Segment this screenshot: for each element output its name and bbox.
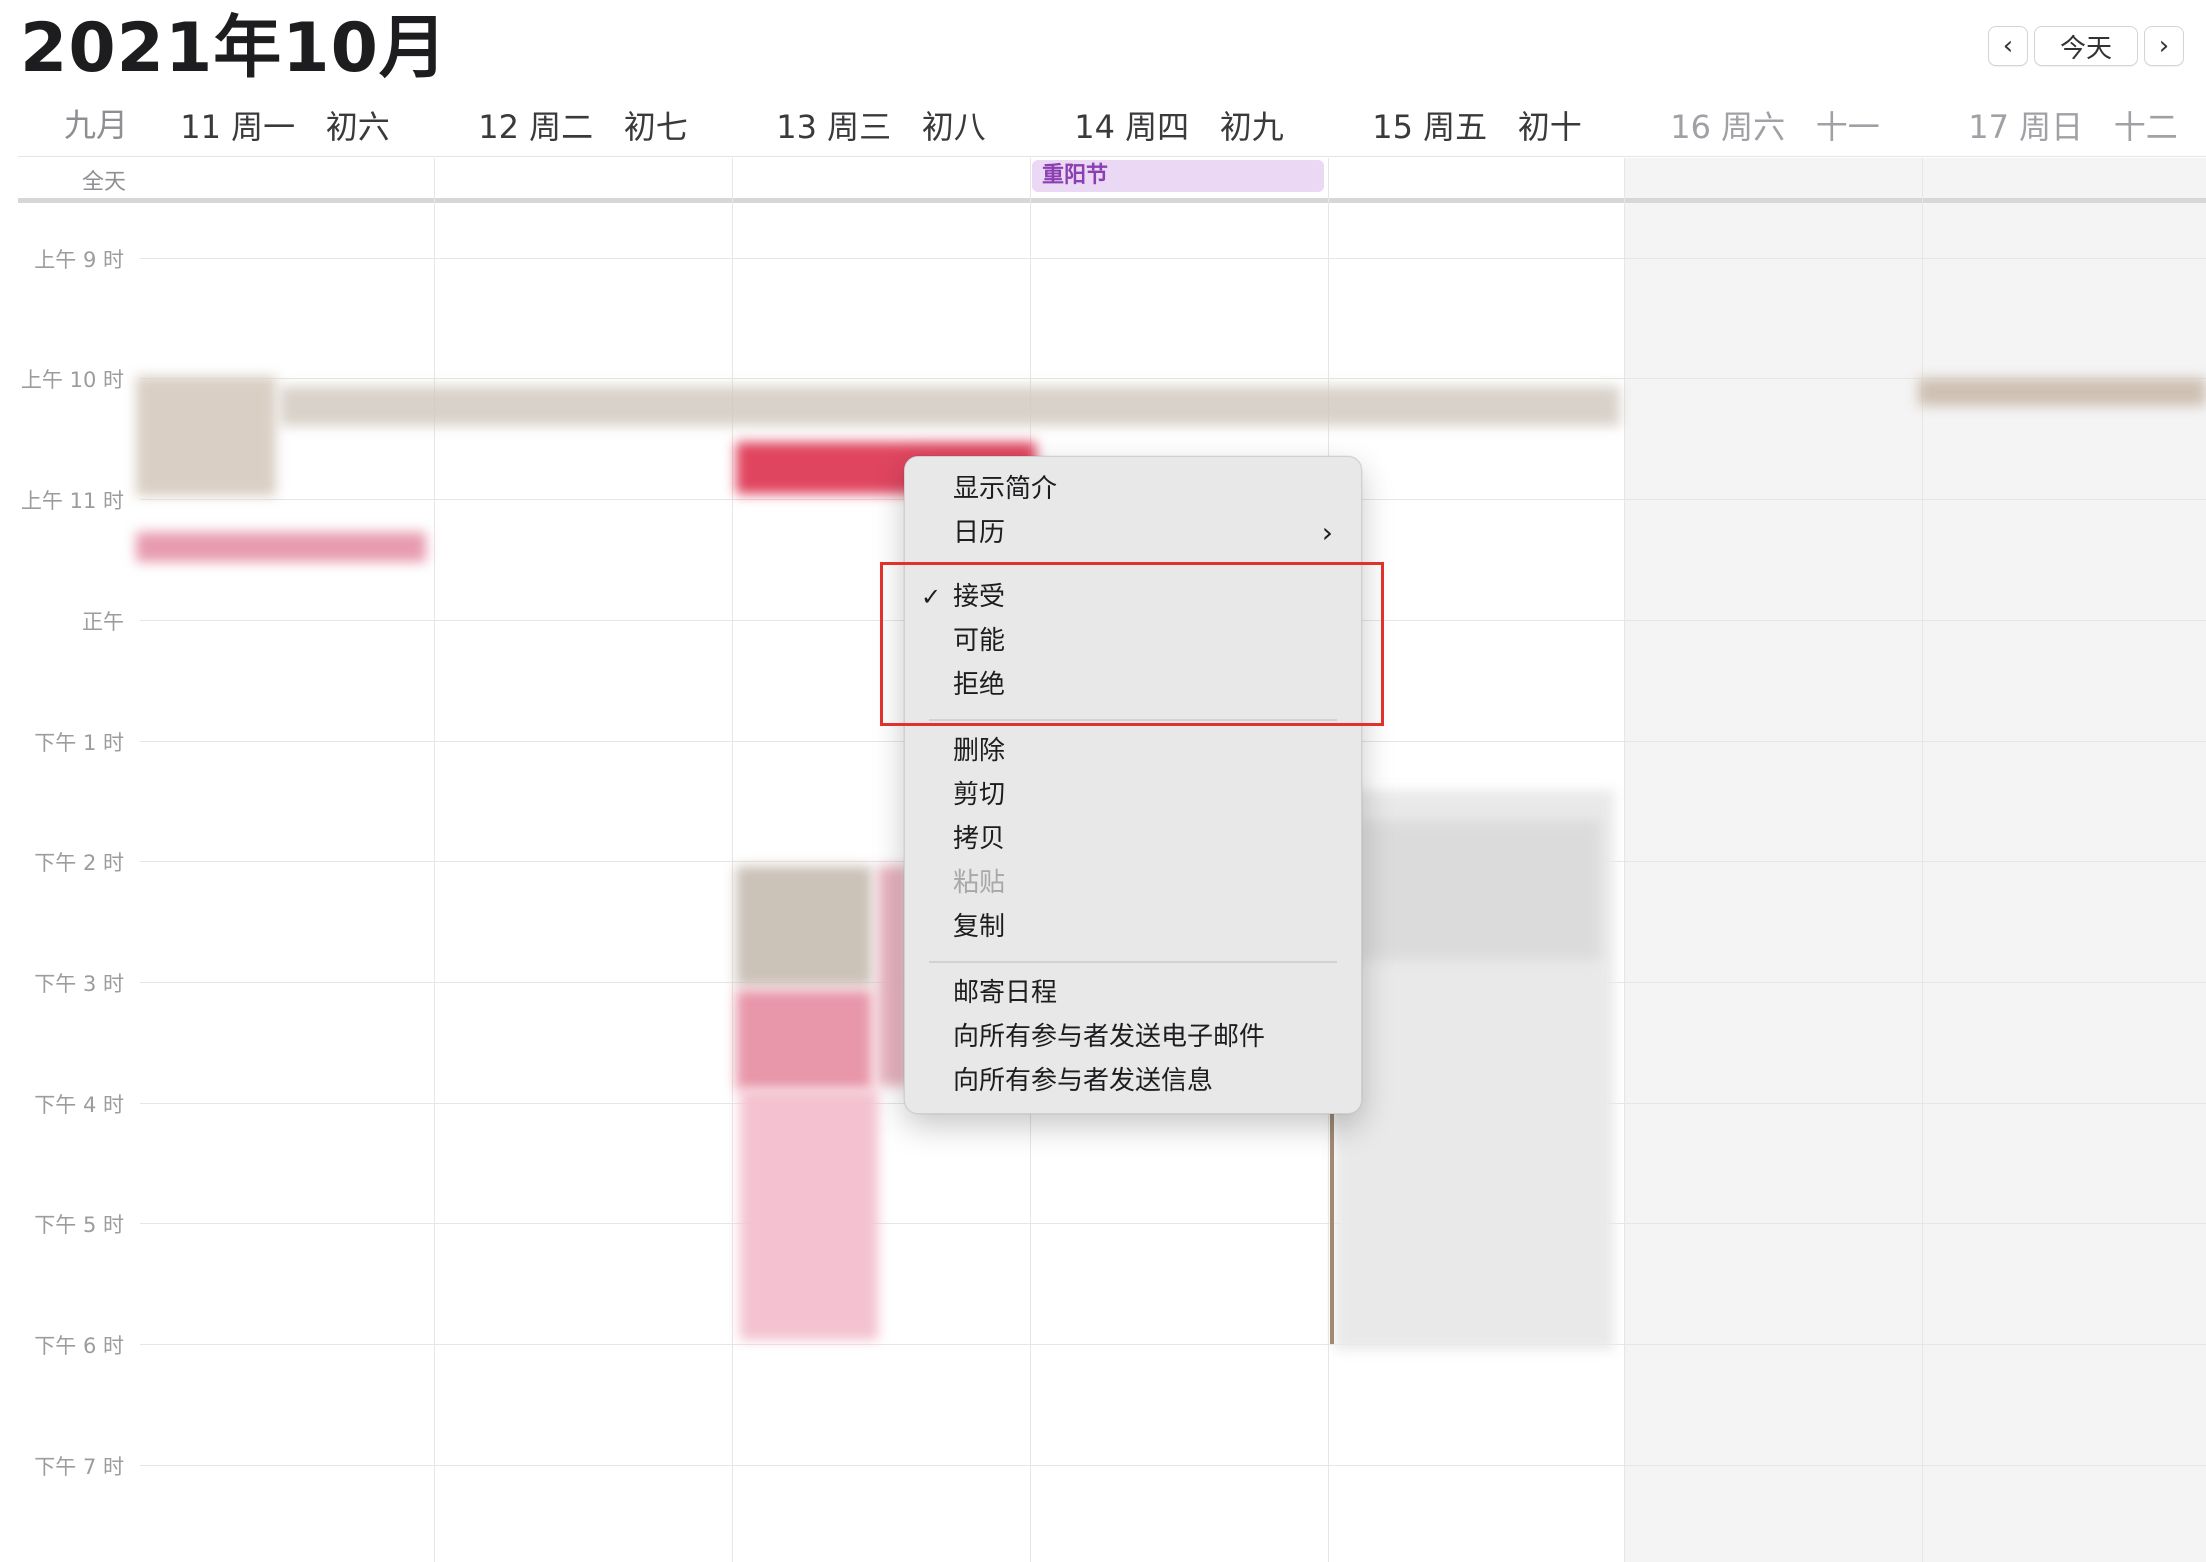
chevron-right-icon: › xyxy=(1321,516,1333,549)
event-block-obscured[interactable] xyxy=(1918,378,2206,406)
hour-line xyxy=(140,1223,2206,1224)
menu-item-paste: 粘贴 xyxy=(953,868,1006,898)
hour-label: 上午 9 时 xyxy=(34,248,124,272)
hour-label: 上午 11 时 xyxy=(20,489,124,513)
hour-line xyxy=(140,1344,2206,1345)
day-header-tue[interactable]: 12 周二 初七 xyxy=(434,102,732,148)
event-block-obscured[interactable] xyxy=(1360,820,1600,960)
event-block-obscured[interactable] xyxy=(736,990,872,1090)
menu-item-delete[interactable]: 删除 xyxy=(953,731,1005,771)
hour-label: 下午 1 时 xyxy=(34,731,124,755)
hour-label: 下午 6 时 xyxy=(34,1334,124,1358)
all-day-event-chongyang[interactable]: 重阳节 xyxy=(1032,160,1324,192)
column-divider xyxy=(732,158,733,1562)
menu-item-mail-event[interactable]: 邮寄日程 xyxy=(953,973,1057,1013)
event-context-menu: 显示简介 日历 › ✓ 接受 可能 拒绝 删除 剪切 拷贝 粘贴 复制 邮寄日程… xyxy=(904,456,1362,1114)
menu-item-show-info[interactable]: 显示简介 xyxy=(953,469,1057,509)
event-block-obscured[interactable] xyxy=(136,532,426,562)
event-block-obscured[interactable] xyxy=(740,1090,878,1340)
event-block-obscured[interactable] xyxy=(280,386,1620,426)
chevron-right-icon: › xyxy=(2158,31,2170,61)
column-divider xyxy=(1624,158,1625,1562)
calendar-title: 2021年10月 xyxy=(20,9,448,88)
menu-item-copy[interactable]: 拷贝 xyxy=(953,819,1005,859)
all-day-divider xyxy=(18,198,2206,203)
day-header-sun[interactable]: 17 周日 十二 xyxy=(1924,102,2206,148)
hour-label: 下午 7 时 xyxy=(34,1455,124,1479)
today-button[interactable]: 今天 xyxy=(2034,26,2138,66)
chevron-left-icon: ‹ xyxy=(2002,31,2014,61)
menu-item-calendar[interactable]: 日历 xyxy=(953,513,1005,553)
day-header-thu[interactable]: 14 周四 初九 xyxy=(1030,102,1328,148)
hour-line xyxy=(140,1465,2206,1466)
hour-line xyxy=(140,258,2206,259)
column-divider xyxy=(434,158,435,1562)
all-day-label: 全天 xyxy=(82,170,127,195)
menu-item-message-all-attendees[interactable]: 向所有参与者发送信息 xyxy=(953,1061,1213,1101)
day-header-sat[interactable]: 16 周六 十一 xyxy=(1626,102,1924,148)
event-block-obscured[interactable] xyxy=(136,376,276,496)
previous-week-button[interactable]: ‹ xyxy=(1988,26,2028,66)
calendar-navigation: ‹ 今天 › xyxy=(1988,26,2184,66)
event-block-obscured[interactable] xyxy=(736,866,872,986)
hour-label: 下午 2 时 xyxy=(34,851,124,875)
day-header-wed[interactable]: 13 周三 初八 xyxy=(732,102,1030,148)
hour-label: 正午 xyxy=(82,610,124,634)
column-divider xyxy=(1922,158,1923,1562)
menu-separator xyxy=(929,961,1337,963)
day-header-mon[interactable]: 11 周一 初六 xyxy=(136,102,434,148)
hour-label: 下午 4 时 xyxy=(34,1093,124,1117)
hour-line xyxy=(140,378,2206,379)
month-label: 九月 xyxy=(64,106,129,144)
day-header-fri[interactable]: 15 周五 初十 xyxy=(1328,102,1626,148)
menu-item-duplicate[interactable]: 复制 xyxy=(953,907,1005,947)
hour-label: 下午 3 时 xyxy=(34,972,124,996)
header-divider xyxy=(18,156,2206,157)
next-week-button[interactable]: › xyxy=(2144,26,2184,66)
event-edge xyxy=(1330,1100,1334,1344)
weekend-background xyxy=(1624,158,2206,1562)
hour-label: 上午 10 时 xyxy=(20,368,124,392)
annotation-highlight-box xyxy=(880,562,1384,726)
menu-item-cut[interactable]: 剪切 xyxy=(953,775,1005,815)
hour-label: 下午 5 时 xyxy=(34,1213,124,1237)
menu-item-email-all-attendees[interactable]: 向所有参与者发送电子邮件 xyxy=(953,1017,1265,1057)
